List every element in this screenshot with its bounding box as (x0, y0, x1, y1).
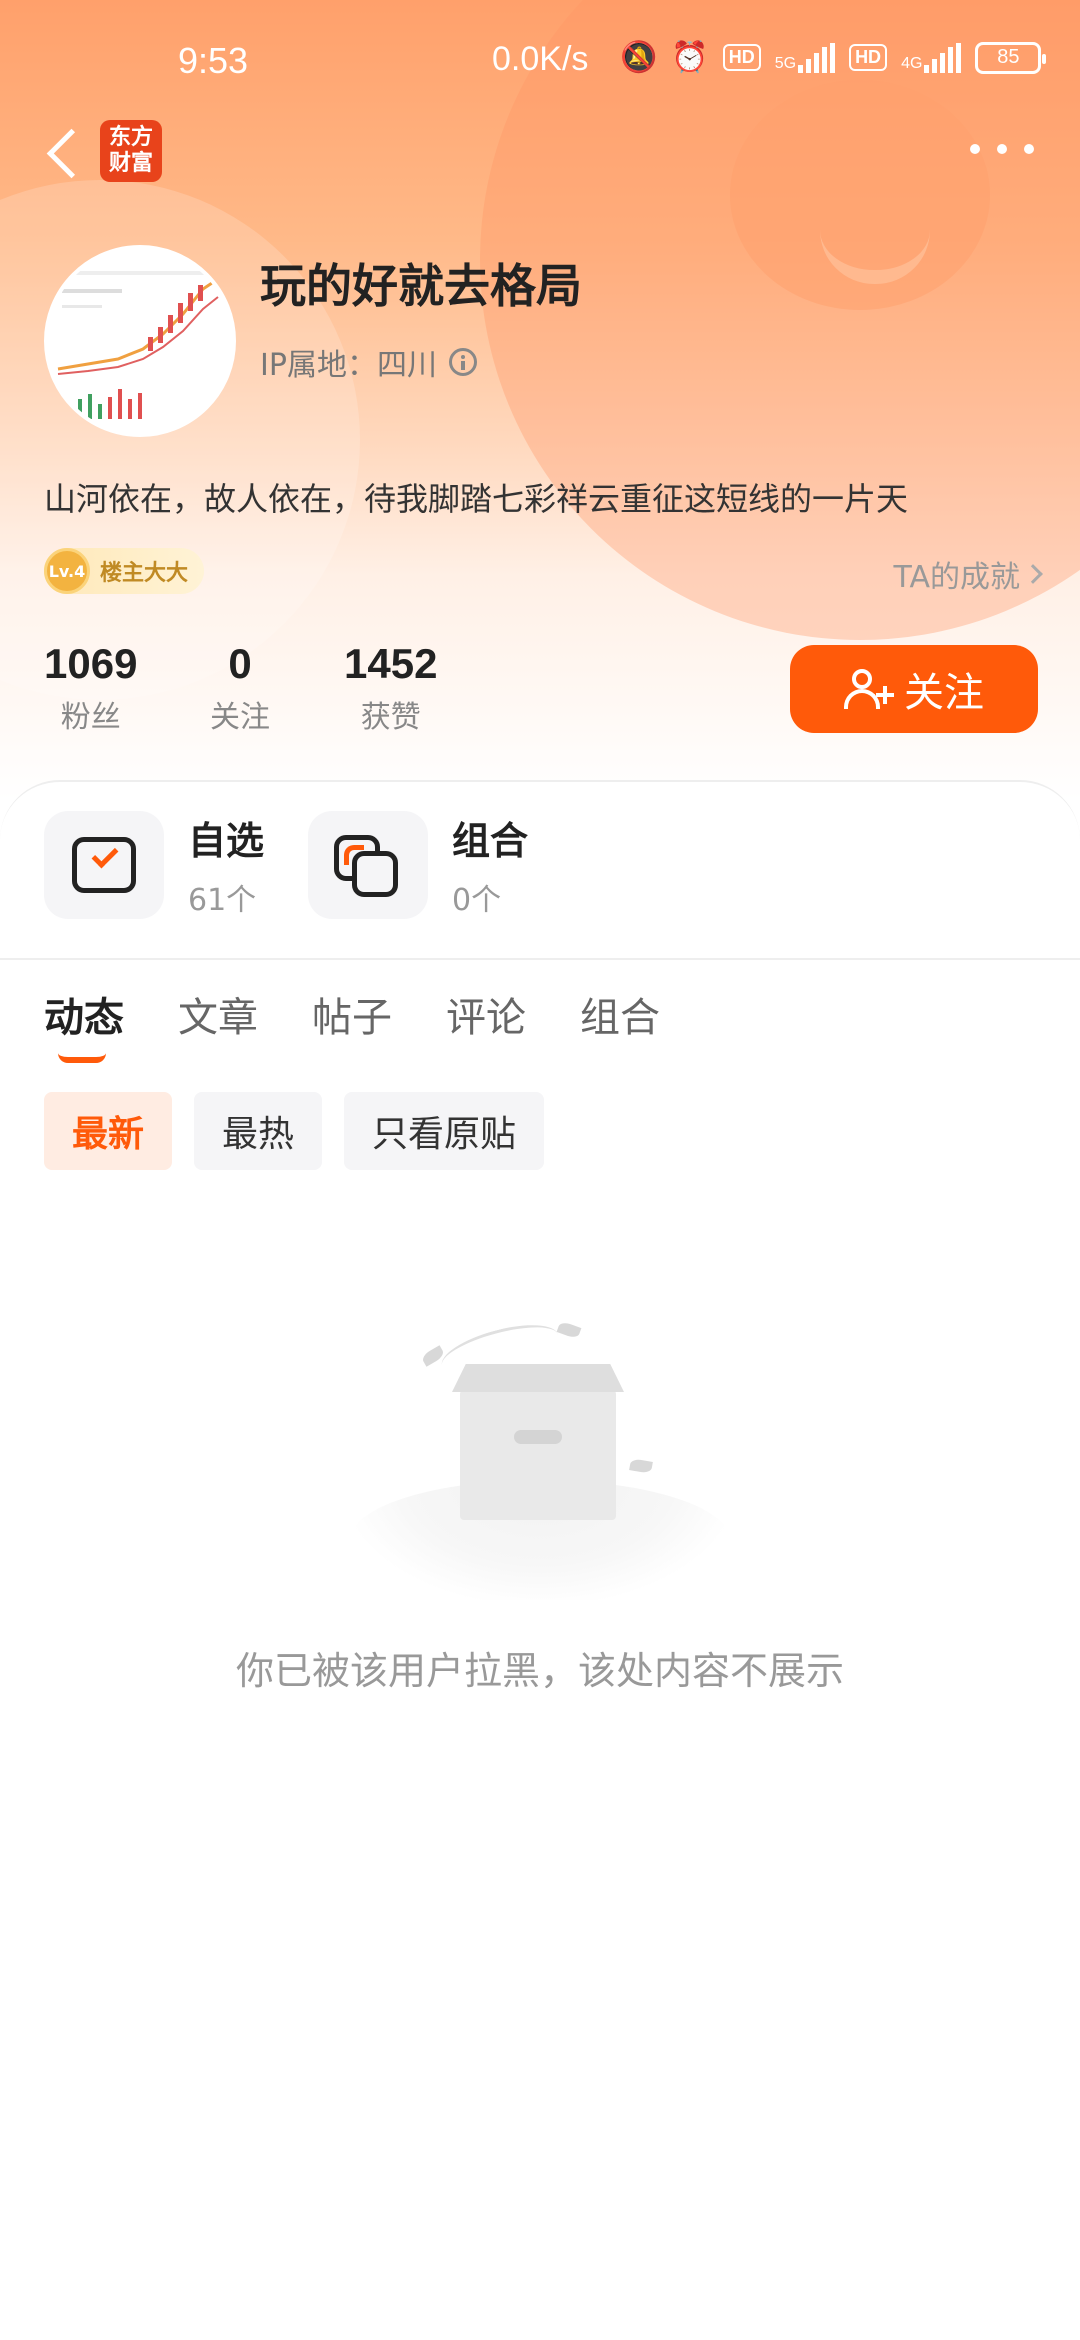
stat-likes[interactable]: 1452 获赞 (344, 640, 437, 736)
achievements-link[interactable]: TA的成就 (893, 552, 1043, 596)
tab-portfolios[interactable]: 组合 (580, 985, 660, 1043)
stat-following[interactable]: 0 关注 (210, 640, 270, 736)
content-tabs: 动态 文章 帖子 评论 组合 (44, 985, 660, 1063)
alarm-icon: ⏰ (671, 41, 709, 74)
avatar[interactable] (44, 245, 236, 437)
add-user-icon (844, 667, 894, 711)
divider (0, 958, 1080, 960)
back-arrow-icon[interactable] (44, 122, 84, 182)
tab-posts[interactable]: 帖子 (312, 985, 392, 1043)
follow-button[interactable]: 关注 (790, 645, 1038, 733)
status-bar: 9:53 0.0K/s 🔕 ⏰ HD 5G HD 4G 85 (0, 0, 1080, 120)
battery-icon: 85 (975, 41, 1047, 74)
bio-text: 山河依在，故人依在，待我脚踏七彩祥云重征这短线的一片天 (44, 480, 909, 518)
tab-comments[interactable]: 评论 (446, 985, 526, 1043)
info-icon[interactable] (448, 348, 477, 376)
ip-location: IP属地：四川 (260, 340, 477, 384)
network-speed: 0.0K/s (492, 40, 589, 78)
status-time: 9:53 (178, 40, 249, 81)
username: 玩的好就去格局 (260, 259, 582, 313)
signal-5g-icon: 5G (775, 42, 836, 73)
filter-original-only[interactable]: 只看原贴 (344, 1092, 545, 1170)
signal-4g-icon: 4G (901, 42, 962, 73)
level-badge[interactable]: Lv.4 楼主大大 (44, 548, 205, 594)
app-logo: 东方 财富 (100, 120, 162, 182)
hd-icon: HD (849, 44, 888, 71)
mute-bell-icon: 🔕 (620, 41, 658, 74)
portfolio-entry[interactable]: 组合 0个 (308, 810, 528, 919)
empty-box-illustration (330, 1310, 750, 1600)
tab-feed[interactable]: 动态 (44, 985, 124, 1063)
level-icon: Lv.4 (44, 548, 90, 594)
checked-box-icon (72, 836, 136, 893)
stat-followers[interactable]: 1069 粉丝 (44, 640, 137, 736)
filter-chips: 最新 最热 只看原贴 (44, 1092, 545, 1170)
empty-state-message: 你已被该用户拉黑，该处内容不展示 (235, 1649, 844, 1693)
status-icons: 🔕 ⏰ HD 5G HD 4G 85 (620, 40, 1047, 75)
hd-icon: HD (722, 44, 761, 71)
stacked-squares-icon (308, 810, 428, 919)
more-options-icon[interactable] (970, 134, 1034, 164)
badge-title: 楼主大大 (100, 561, 189, 586)
avatar-chart-image (48, 249, 232, 433)
chevron-right-icon (1023, 564, 1043, 584)
filter-latest[interactable]: 最新 (44, 1092, 173, 1170)
tab-articles[interactable]: 文章 (178, 985, 258, 1043)
watchlist-entry[interactable]: 自选 61个 (44, 810, 264, 919)
filter-hottest[interactable]: 最热 (194, 1092, 323, 1170)
active-tab-indicator (58, 1053, 106, 1063)
